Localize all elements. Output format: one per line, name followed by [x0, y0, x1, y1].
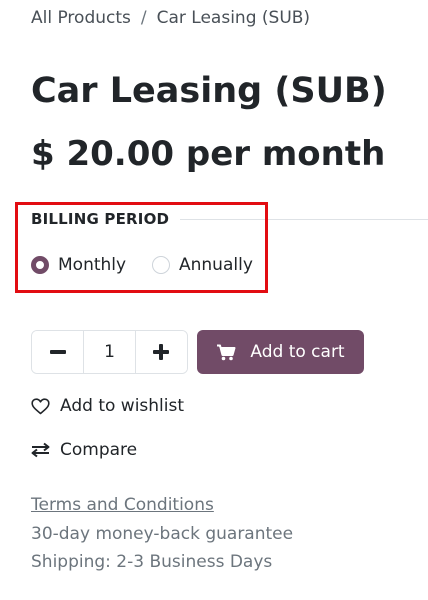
guarantee-text: 30-day money-back guarantee	[31, 524, 294, 544]
breadcrumb: All Products / Car Leasing (SUB)	[31, 8, 310, 28]
quantity-input[interactable]: 1	[83, 331, 136, 373]
highlight-annotation-box	[15, 202, 268, 293]
terms-and-conditions-link[interactable]: Terms and Conditions	[31, 495, 214, 515]
product-title: Car Leasing (SUB)	[31, 71, 387, 111]
add-to-wishlist-link[interactable]: Add to wishlist	[31, 396, 184, 416]
shipping-text: Shipping: 2-3 Business Days	[31, 552, 273, 572]
add-to-cart-button[interactable]: Add to cart	[197, 330, 364, 374]
add-to-cart-label: Add to cart	[250, 342, 345, 362]
product-price: $ 20.00 per month	[31, 134, 386, 174]
wishlist-label: Add to wishlist	[60, 396, 185, 416]
compare-arrows-icon	[31, 442, 50, 458]
cart-icon	[216, 344, 236, 361]
breadcrumb-all-products[interactable]: All Products	[31, 8, 131, 28]
minus-icon	[49, 344, 66, 360]
decrease-quantity-button[interactable]	[32, 331, 84, 373]
plus-icon	[153, 344, 170, 360]
compare-link[interactable]: Compare	[31, 440, 137, 460]
breadcrumb-current: Car Leasing (SUB)	[156, 8, 311, 28]
quantity-stepper: 1	[31, 330, 188, 374]
breadcrumb-separator: /	[140, 8, 147, 28]
compare-label: Compare	[60, 440, 138, 460]
heart-icon	[31, 397, 50, 415]
increase-quantity-button[interactable]	[135, 331, 187, 373]
